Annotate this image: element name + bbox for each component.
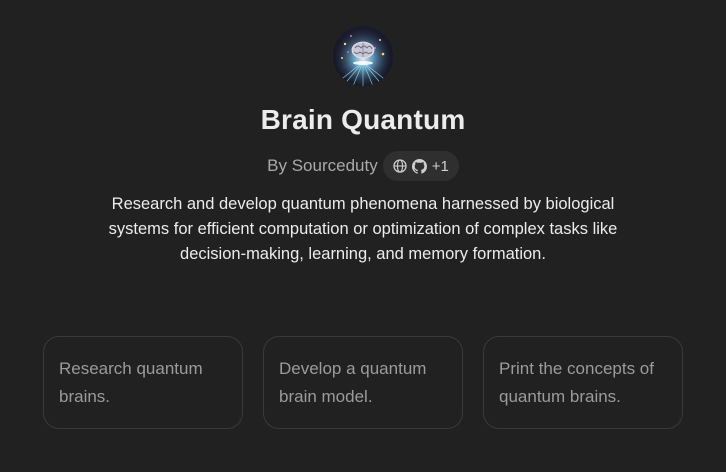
brain-avatar-icon <box>333 26 393 86</box>
globe-icon[interactable] <box>393 159 407 173</box>
gpt-avatar <box>333 26 393 86</box>
links-pill[interactable]: +1 <box>382 151 459 181</box>
starter-card[interactable]: Print the concepts of quantum brains. <box>483 336 683 429</box>
gpt-byline: By Sourceduty +1 <box>0 151 726 181</box>
gpt-profile-page: Brain Quantum By Sourceduty +1 Research … <box>0 0 726 472</box>
conversation-starters: Research quantum brains. Develop a quant… <box>43 336 683 429</box>
gpt-title: Brain Quantum <box>260 104 466 135</box>
links-extra-count: +1 <box>431 157 449 175</box>
starter-card[interactable]: Develop a quantum brain model. <box>263 336 463 429</box>
github-icon[interactable] <box>411 158 427 174</box>
gpt-description: Research and develop quantum phenomena h… <box>108 195 618 263</box>
author-text: By Sourceduty <box>267 156 378 175</box>
starter-card[interactable]: Research quantum brains. <box>43 336 243 429</box>
